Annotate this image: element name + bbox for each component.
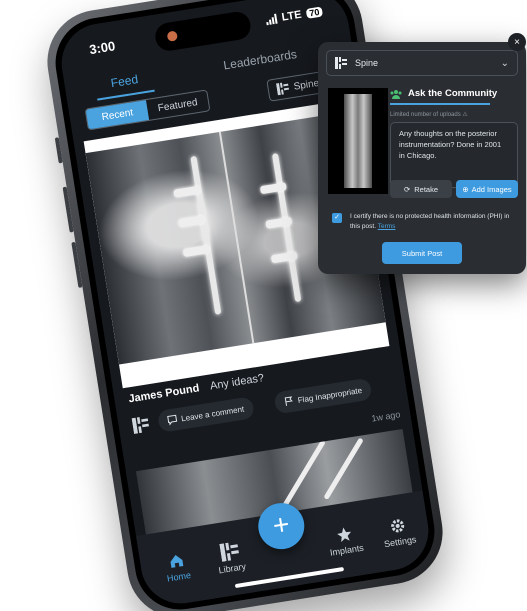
- leave-comment-label: Leave a comment: [180, 404, 245, 423]
- retake-label: Retake: [414, 184, 439, 194]
- tab-implants-label: Implants: [329, 542, 365, 558]
- volume-up-button: [62, 186, 74, 233]
- post-caption: Any ideas?: [209, 372, 265, 393]
- flag-label: Flag Inappropriate: [297, 385, 363, 405]
- upload-limit-text: Limited number of uploads: [390, 112, 461, 118]
- certify-text: I certify there is no protected health i…: [350, 212, 518, 232]
- community-underline: [390, 103, 490, 105]
- refresh-icon: ⟳: [403, 184, 411, 194]
- tab-home-label: Home: [166, 569, 192, 584]
- implant-rod: [280, 439, 326, 511]
- implant-rod: [322, 437, 364, 501]
- community-header: Ask the Community Limited number of uplo…: [390, 88, 520, 118]
- close-icon[interactable]: ×: [508, 33, 526, 51]
- tab-library-label: Library: [217, 561, 247, 576]
- submit-post-button[interactable]: Submit Post: [382, 242, 462, 264]
- group-icon: [390, 89, 402, 99]
- image-actions: ⟳ Retake ⊕ Add Images: [390, 180, 518, 198]
- signal-icon: [265, 13, 278, 26]
- flag-icon: [284, 396, 293, 406]
- warning-icon: ⚠: [462, 112, 468, 118]
- category-label: Spine: [292, 77, 320, 93]
- category-select-label: Spine: [355, 58, 379, 68]
- post-author[interactable]: James Pound: [128, 382, 201, 405]
- status-indicators: LTE 70: [265, 5, 324, 26]
- terms-link[interactable]: Terms: [378, 223, 396, 230]
- network-label: LTE: [280, 8, 303, 24]
- volume-down-button: [71, 241, 83, 288]
- community-title-row: Ask the Community: [390, 88, 520, 99]
- leave-comment-button[interactable]: Leave a comment: [156, 396, 255, 433]
- upload-thumbnail[interactable]: [328, 88, 388, 194]
- side-button: [54, 137, 63, 164]
- spine-logo-icon: [335, 57, 347, 69]
- certify-statement: I certify there is no protected health i…: [350, 213, 510, 230]
- add-circle-icon: ⊕: [462, 184, 469, 194]
- battery-icon: 70: [305, 6, 324, 19]
- spine-logo-icon: [276, 82, 290, 96]
- segment-featured[interactable]: Featured: [146, 91, 209, 120]
- tab-leaderboards[interactable]: Leaderboards: [222, 47, 297, 72]
- tab-feed[interactable]: Feed: [110, 72, 139, 90]
- star-icon: [337, 527, 352, 542]
- gear-icon: [391, 519, 405, 533]
- library-icon: [219, 542, 239, 562]
- add-images-button[interactable]: ⊕ Add Images: [456, 180, 518, 198]
- status-time: 3:00: [88, 38, 117, 58]
- category-select[interactable]: Spine ⌄: [326, 50, 518, 76]
- community-title: Ask the Community: [408, 88, 498, 99]
- app-logo-icon: [131, 416, 150, 435]
- retake-button[interactable]: ⟳ Retake: [390, 180, 452, 198]
- chevron-down-icon: ⌄: [500, 57, 509, 69]
- segment-recent[interactable]: Recent: [85, 100, 150, 130]
- certify-checkbox[interactable]: ✓: [332, 213, 342, 223]
- comment-icon: [167, 414, 178, 426]
- new-post-dialog: Spine ⌄ Ask the Community Limited number…: [318, 42, 526, 274]
- implant-rod: [271, 153, 301, 303]
- tab-settings-label: Settings: [383, 534, 418, 550]
- post-timestamp: 1w ago: [370, 409, 402, 424]
- tab-settings[interactable]: Settings: [367, 513, 431, 551]
- tab-library[interactable]: Library: [199, 538, 263, 578]
- phi-certification: ✓ I certify there is no protected health…: [332, 212, 518, 232]
- upload-limit-note: Limited number of uploads ⚠: [390, 111, 520, 118]
- add-images-label: Add Images: [471, 184, 512, 194]
- dynamic-island: [153, 9, 253, 53]
- flag-inappropriate-button[interactable]: Flag Inappropriate: [273, 377, 373, 415]
- implant-rod: [189, 155, 221, 315]
- home-icon: [170, 555, 184, 568]
- xray-thumbnail-image: [344, 94, 372, 188]
- image-divider: [218, 131, 255, 344]
- post-text-field[interactable]: Any thoughts on the posterior instrument…: [390, 122, 518, 188]
